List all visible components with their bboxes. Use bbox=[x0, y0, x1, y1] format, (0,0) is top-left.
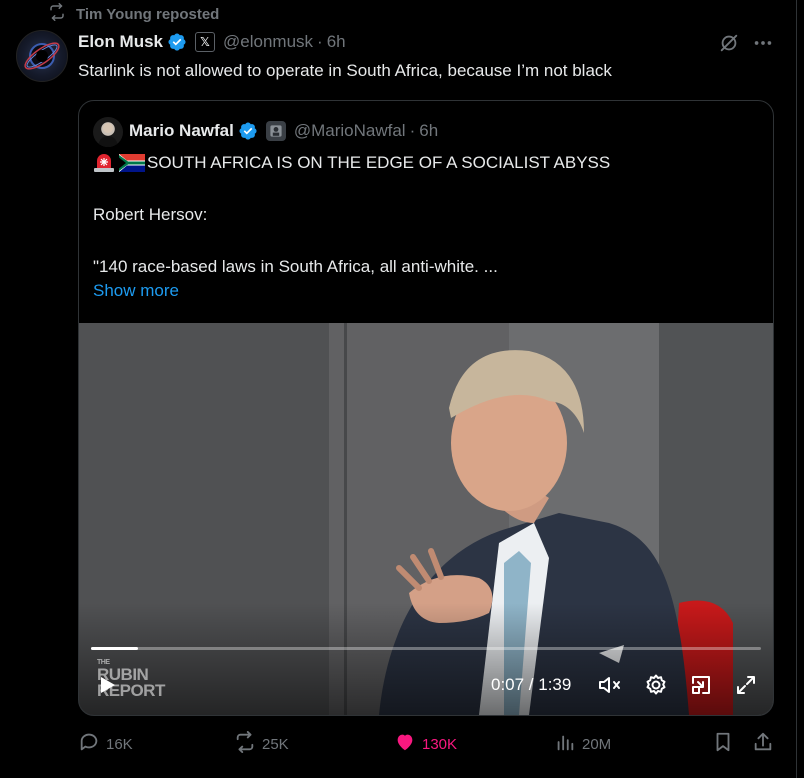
quoted-author-avatar[interactable] bbox=[93, 117, 123, 147]
south-africa-flag-icon bbox=[119, 154, 145, 172]
quoted-line-quote: "140 race-based laws in South Africa, al… bbox=[93, 257, 498, 276]
verified-icon[interactable] bbox=[167, 32, 187, 52]
like-count: 130K bbox=[422, 735, 458, 753]
video-frame bbox=[79, 323, 773, 715]
reply-count: 16K bbox=[106, 735, 133, 753]
verified-icon[interactable] bbox=[238, 121, 258, 141]
tweet-text: Starlink is not allowed to operate in So… bbox=[78, 61, 612, 80]
quoted-headline: SOUTH AFRICA IS ON THE EDGE OF A SOCIALI… bbox=[147, 153, 611, 172]
reply-icon bbox=[78, 731, 100, 757]
share-icon bbox=[752, 731, 774, 757]
tweet-actions: 16K 25K 130K 20M bbox=[78, 730, 778, 758]
heart-icon bbox=[394, 731, 416, 757]
settings-icon[interactable] bbox=[644, 673, 668, 702]
mute-icon[interactable] bbox=[597, 673, 623, 702]
video-progress-bar[interactable] bbox=[91, 647, 761, 650]
video-progress-fill bbox=[91, 647, 138, 650]
quoted-tweet-time[interactable]: 6h bbox=[419, 121, 438, 141]
share-button[interactable] bbox=[752, 730, 774, 758]
like-button[interactable]: 130K bbox=[394, 730, 457, 758]
quoted-author-handle[interactable]: @MarioNawfal bbox=[294, 121, 406, 141]
pip-icon[interactable] bbox=[689, 673, 713, 702]
quoted-line-speaker: Robert Hersov: bbox=[93, 205, 208, 224]
repost-icon bbox=[48, 3, 66, 25]
bookmark-icon bbox=[712, 731, 734, 757]
author-avatar[interactable] bbox=[16, 30, 68, 82]
author-name[interactable]: Elon Musk bbox=[78, 32, 163, 52]
repost-button[interactable]: 25K bbox=[234, 730, 289, 758]
fullscreen-icon[interactable] bbox=[734, 673, 758, 702]
author-handle[interactable]: @elonmusk bbox=[223, 32, 313, 52]
video-player[interactable]: THE RUBIN REPORT 0:07 / 1:39 bbox=[79, 323, 773, 715]
video-time-readout: 0:07 / 1:39 bbox=[491, 675, 572, 694]
repost-count: 25K bbox=[262, 735, 289, 753]
tweet-time[interactable]: 6h bbox=[327, 32, 346, 52]
more-icon[interactable] bbox=[752, 32, 774, 54]
siren-icon bbox=[93, 153, 115, 173]
views-count: 20M bbox=[582, 735, 612, 753]
repost-indicator[interactable]: Tim Young reposted bbox=[48, 3, 220, 25]
play-icon[interactable] bbox=[95, 673, 119, 702]
repost-text: Tim Young reposted bbox=[76, 5, 220, 23]
quoted-author-name[interactable]: Mario Nawfal bbox=[129, 121, 234, 141]
bookmark-button[interactable] bbox=[712, 730, 734, 758]
show-more-link[interactable]: Show more bbox=[93, 281, 179, 301]
x-badge-icon[interactable]: 𝕏 bbox=[195, 32, 216, 52]
separator-dot: · bbox=[409, 121, 416, 140]
views-icon bbox=[554, 731, 576, 757]
column-divider bbox=[796, 0, 797, 778]
repost-icon bbox=[234, 731, 256, 757]
quoted-headline-row: SOUTH AFRICA IS ON THE EDGE OF A SOCIALI… bbox=[93, 153, 610, 173]
grok-icon[interactable] bbox=[718, 32, 740, 54]
separator-dot: · bbox=[317, 32, 323, 51]
tweet-header: Elon Musk 𝕏 @elonmusk · 6h bbox=[78, 31, 346, 53]
quoted-tweet[interactable]: Mario Nawfal @MarioNawfal · 6h SOUTH AFR… bbox=[78, 100, 774, 716]
reply-button[interactable]: 16K bbox=[78, 730, 133, 758]
quoted-tweet-header: Mario Nawfal @MarioNawfal · 6h bbox=[129, 120, 438, 142]
views-button[interactable]: 20M bbox=[554, 730, 611, 758]
affiliate-badge-icon[interactable] bbox=[265, 121, 286, 141]
